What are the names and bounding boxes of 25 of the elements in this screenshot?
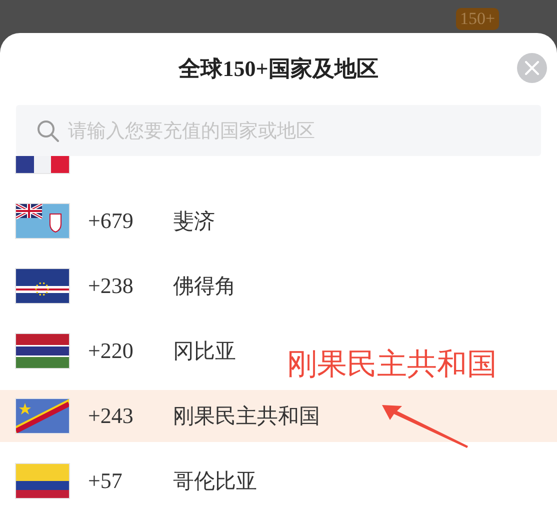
flag-icon (16, 399, 69, 433)
country-row[interactable]: +57 哥伦比亚 (0, 455, 265, 507)
dial-code: +57 (88, 468, 124, 494)
flag-icon (16, 269, 69, 303)
dial-code: +220 (88, 338, 134, 364)
flag-icon (16, 334, 69, 368)
flag-icon (16, 204, 69, 238)
country-name: 冈比亚 (173, 338, 236, 365)
flag-icon (16, 464, 69, 498)
annotation-label: 刚果民主共和国 (287, 346, 497, 384)
country-name: 哥伦比亚 (173, 468, 257, 495)
country-row[interactable]: +243 刚果民主共和国 (0, 390, 557, 442)
country-row[interactable]: +220 冈比亚 (0, 325, 244, 377)
sheet-title: 全球150+国家及地区 (178, 55, 378, 83)
dial-code: +243 (88, 403, 134, 429)
country-name: 刚果民主共和国 (173, 403, 320, 430)
dial-code: +679 (88, 208, 134, 234)
country-row[interactable]: +238 佛得角 (0, 260, 244, 312)
country-name: 斐济 (173, 208, 215, 235)
country-name: 佛得角 (173, 273, 236, 300)
dial-code: +238 (88, 273, 134, 299)
country-row[interactable]: +679 斐济 (0, 195, 223, 247)
close-icon (525, 61, 539, 75)
search-icon (36, 119, 60, 143)
count-badge: 150+ (456, 8, 500, 30)
